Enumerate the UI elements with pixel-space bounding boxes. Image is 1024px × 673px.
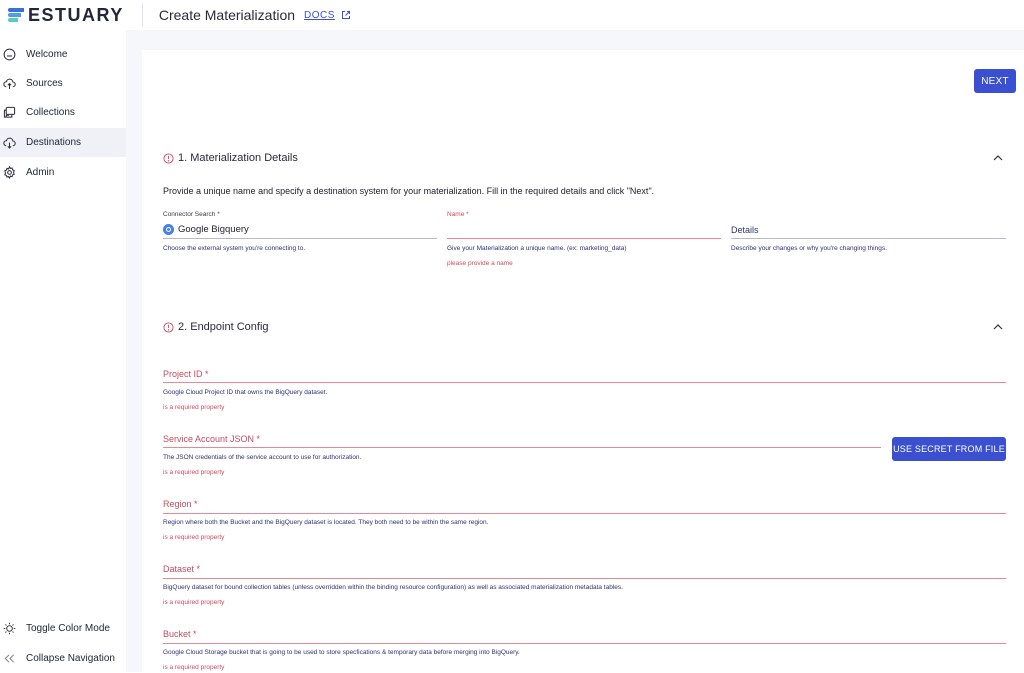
warning-icon — [163, 321, 174, 333]
logo-text: ESTUARY — [28, 4, 124, 25]
project-id-underline — [163, 382, 1006, 383]
connector-search-value: Google Bigquery — [178, 224, 249, 235]
sidebar-item-label: Collections — [26, 107, 75, 118]
home-icon — [3, 48, 16, 61]
collections-icon — [3, 106, 16, 118]
bucket-label: Bucket * — [163, 629, 197, 639]
name-label: Name * — [447, 211, 469, 218]
sidebar-item-welcome[interactable]: Welcome — [0, 40, 126, 69]
bucket-helper: Google Cloud Storage bucket that is goin… — [163, 649, 520, 656]
chevron-up-icon[interactable] — [993, 155, 1003, 161]
section-endpoint-config-header[interactable]: 2. Endpoint Config — [163, 321, 269, 333]
connector-search-underline — [163, 238, 437, 239]
top-bar: ESTUARY Create Materialization DOCS — [0, 0, 1024, 30]
sidebar-item-sources[interactable]: Sources — [0, 69, 126, 98]
toggle-color-mode-label: Toggle Color Mode — [26, 623, 110, 634]
sun-icon — [3, 622, 16, 635]
sidebar-item-label: Admin — [26, 167, 55, 178]
gear-icon — [4, 166, 15, 179]
sidebar-nav: Welcome Sources Collections Destinations… — [0, 30, 126, 672]
project-id-error: is a required property — [163, 404, 225, 411]
service-account-json-helper: The JSON credentials of the service acco… — [163, 454, 362, 461]
next-button[interactable]: NEXT — [974, 69, 1016, 93]
section-title: 1. Materialization Details — [178, 152, 298, 164]
external-link-icon[interactable] — [341, 10, 351, 20]
section-intro-text: Provide a unique name and specify a dest… — [163, 186, 655, 196]
sidebar-item-collections[interactable]: Collections — [0, 98, 126, 127]
sidebar-item-label: Welcome — [26, 49, 68, 60]
name-underline — [447, 238, 721, 239]
bucket-error: is a required property — [163, 664, 225, 671]
dataset-label: Dataset * — [163, 564, 201, 574]
dataset-underline — [163, 578, 1006, 579]
bucket-underline — [163, 643, 1006, 644]
region-label: Region * — [163, 499, 198, 509]
double-chevron-left-icon — [4, 654, 15, 663]
section-title: 2. Endpoint Config — [178, 321, 269, 333]
name-error: please provide a name — [447, 260, 513, 267]
name-input[interactable] — [447, 220, 721, 238]
page-title: Create Materialization — [158, 7, 296, 23]
name-helper: Give your Materialization a unique name.… — [447, 245, 627, 252]
estuary-logo[interactable]: ESTUARY — [8, 5, 124, 26]
service-account-json-underline — [163, 447, 881, 448]
logo-mark-icon — [8, 8, 24, 22]
details-underline — [731, 238, 1006, 239]
region-helper: Region where both the Bucket and the Big… — [163, 519, 489, 526]
sidebar-item-admin[interactable]: Admin — [0, 158, 126, 187]
header-divider — [141, 3, 143, 27]
sidebar-item-label: Destinations — [26, 137, 82, 148]
connector-search-input[interactable]: Google Bigquery — [163, 224, 249, 235]
use-secret-from-file-button[interactable]: USE SECRET FROM FILE — [892, 437, 1006, 461]
sidebar-item-destinations[interactable]: Destinations — [0, 128, 126, 157]
service-account-json-label: Service Account JSON * — [163, 434, 261, 444]
region-error: is a required property — [163, 534, 225, 541]
project-id-helper: Google Cloud Project ID that owns the Bi… — [163, 389, 328, 396]
project-id-label: Project ID * — [163, 369, 209, 379]
service-account-json-error: is a required property — [163, 469, 225, 476]
warning-icon — [163, 152, 174, 164]
docs-link[interactable]: DOCS — [304, 10, 335, 21]
region-underline — [163, 513, 1006, 514]
collapse-navigation-button[interactable]: Collapse Navigation — [0, 644, 126, 673]
connector-search-label: Connector Search * — [163, 211, 220, 218]
cloud-download-icon — [3, 137, 16, 149]
chevron-up-icon[interactable] — [993, 324, 1003, 330]
collapse-navigation-label: Collapse Navigation — [26, 653, 115, 664]
connector-search-helper: Choose the external system you're connec… — [163, 245, 306, 252]
section-materialization-details-header[interactable]: 1. Materialization Details — [163, 152, 298, 164]
details-helper: Describe your changes or why you're chan… — [731, 245, 887, 252]
cloud-upload-icon — [3, 78, 16, 89]
dataset-helper: BigQuery dataset for bound collection ta… — [163, 584, 623, 591]
dataset-error: is a required property — [163, 599, 225, 606]
details-input[interactable]: Details — [731, 225, 759, 235]
sidebar-item-label: Sources — [26, 78, 63, 89]
bigquery-icon — [163, 224, 174, 235]
toggle-color-mode-button[interactable]: Toggle Color Mode — [0, 614, 126, 643]
